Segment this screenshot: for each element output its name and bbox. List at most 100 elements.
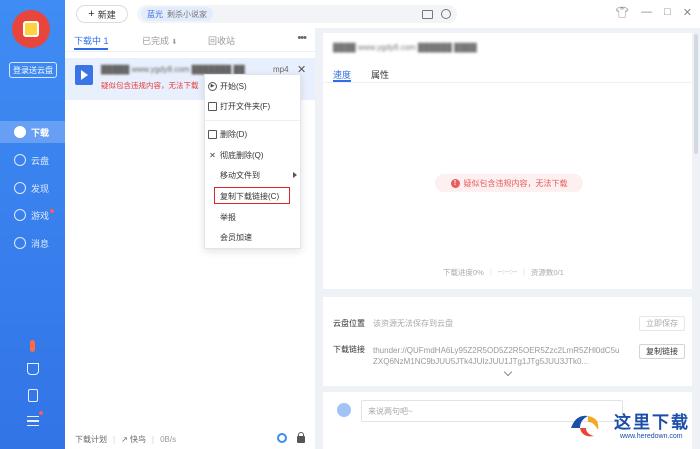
- folder-icon: [208, 101, 217, 111]
- cloud-location-value: 该资源无法保存到云盘: [373, 319, 453, 328]
- search-bar[interactable]: 蓝光 剩杀小说家: [137, 5, 457, 23]
- basket-icon[interactable]: [27, 363, 39, 375]
- maximize-icon[interactable]: □: [664, 6, 671, 19]
- speed-value: 0B/s: [160, 434, 177, 444]
- tab-downloading[interactable]: 下载中 1: [74, 34, 109, 47]
- download-link-value: thunder://QUFmdHA6Ly95Z2R5OD5Z2R5OER5Zzc…: [373, 346, 620, 366]
- watermark-logo: [571, 415, 599, 437]
- sidebar-item-label: 下载: [31, 127, 50, 138]
- sidebar: 登录送云盘 下载 云盘 发现 游戏 消息: [0, 0, 65, 449]
- download-tabs: 下载中 1 已完成 ⬇ 回收站 •••: [65, 28, 315, 52]
- skin-icon[interactable]: 👕︎: [615, 6, 629, 19]
- sidebar-item-label: 游戏: [31, 210, 50, 221]
- warning-banner: ! 疑似包含违规内容，无法下载: [435, 174, 583, 192]
- sidebar-item-download[interactable]: 下载: [0, 121, 65, 143]
- trash-icon: [208, 129, 217, 139]
- menu-item-vip-speed[interactable]: 会员加速: [205, 228, 302, 246]
- detail-title: ████ www.ygdy8.com ██████ ████: [333, 43, 477, 52]
- resource-count: 资源数0/1: [530, 268, 564, 277]
- menu-item-move-to[interactable]: 移动文件到: [205, 166, 302, 184]
- cloud-panel: 云盘位置 该资源无法保存到云盘 立即保存 下载链接 thunder://QUFm…: [323, 297, 692, 386]
- tab-completed-label: 已完成: [142, 36, 170, 46]
- tab-completed[interactable]: 已完成 ⬇: [142, 34, 177, 47]
- watermark-url: www.heredown.com: [620, 433, 683, 440]
- divider: [323, 82, 692, 83]
- bot-avatar-icon: [337, 403, 351, 417]
- browser-icon[interactable]: [277, 433, 287, 443]
- video-file-icon: [75, 65, 93, 85]
- download-link-label: 下载链接: [333, 345, 365, 354]
- warning-icon: !: [450, 178, 460, 188]
- cloud-location-label: 云盘位置: [333, 319, 365, 328]
- fast-bird-link[interactable]: ↗ 快鸟: [121, 434, 146, 445]
- copy-link-button[interactable]: 复制链接: [639, 344, 685, 359]
- menu-item-label: 删除(D): [220, 129, 248, 139]
- watermark: 这里下载 www.heredown.com: [568, 404, 700, 449]
- games-badge: [50, 209, 54, 213]
- context-menu: ▶ 开始(S) 打开文件夹(F) 删除(D) ✕ 彻底删除(Q) 移动文件到 复…: [204, 74, 302, 249]
- phone-icon[interactable]: [28, 389, 38, 402]
- search-icon[interactable]: [441, 9, 451, 19]
- menu-icon[interactable]: [27, 416, 39, 426]
- tab-recycle[interactable]: 回收站: [208, 34, 235, 47]
- cloud-icon: [14, 154, 26, 166]
- discover-icon: [14, 182, 26, 194]
- progress-text: 下载进度0%: [443, 268, 484, 277]
- bird-icon: ↗: [121, 434, 128, 444]
- menu-item-delete[interactable]: 删除(D): [205, 125, 302, 143]
- avatar[interactable]: [12, 10, 50, 48]
- close-icon[interactable]: ✕: [683, 6, 692, 19]
- sidebar-item-messages[interactable]: 消息: [0, 232, 65, 254]
- minimize-icon[interactable]: —: [641, 6, 652, 19]
- download-icon: [14, 126, 26, 138]
- avatar-icon: [23, 21, 39, 37]
- plus-icon: +: [88, 7, 95, 20]
- sidebar-item-discover[interactable]: 发现: [0, 177, 65, 199]
- scrollbar[interactable]: [694, 34, 698, 154]
- download-icon: ⬇: [171, 39, 178, 46]
- file-name: █████ www.ygdy8.com ███████ ██: [101, 65, 245, 74]
- separator: |: [113, 434, 116, 444]
- topbar: + 新建 蓝光 剩杀小说家 👕︎ — □ ✕: [65, 0, 700, 28]
- menu-item-label: 彻底删除(Q): [220, 150, 264, 160]
- close-icon: ✕: [209, 150, 216, 160]
- separator: |: [522, 267, 525, 276]
- sidebar-item-cloud[interactable]: 云盘: [0, 149, 65, 171]
- menu-divider: [205, 120, 302, 121]
- chevron-right-icon: [293, 172, 297, 178]
- watermark-text: 这里下载: [614, 413, 690, 433]
- search-chip[interactable]: 蓝光 剩杀小说家: [141, 7, 213, 21]
- remaining-time: --:--:--: [497, 267, 517, 276]
- play-icon: ▶: [208, 81, 217, 91]
- more-icon[interactable]: •••: [297, 32, 307, 44]
- menu-item-start[interactable]: ▶ 开始(S): [205, 77, 302, 95]
- search-chip-query: 剩杀小说家: [167, 9, 207, 19]
- login-button[interactable]: 登录送云盘: [9, 62, 57, 78]
- download-plan-link[interactable]: 下载计划: [75, 434, 107, 445]
- statusbar: 下载计划 | ↗ 快鸟 | 0B/s: [65, 429, 315, 449]
- sidebar-item-games[interactable]: 游戏: [0, 204, 65, 226]
- sidebar-item-label: 发现: [31, 183, 50, 194]
- message-icon: [14, 237, 26, 249]
- tab-underline: [74, 48, 108, 50]
- detail-panel: ████ www.ygdy8.com ██████ ████ 速度 属性 ! 疑…: [323, 33, 692, 289]
- file-ext: mp4: [273, 65, 289, 74]
- search-chip-app: 蓝光: [147, 9, 163, 19]
- file-warning: 疑似包含违规内容，无法下载: [101, 81, 199, 90]
- menu-item-report[interactable]: 举报: [205, 208, 302, 226]
- menu-item-label: 开始(S): [220, 81, 247, 91]
- sidebar-item-label: 消息: [31, 238, 50, 249]
- sidebar-item-label: 云盘: [31, 155, 50, 166]
- warning-text: 疑似包含违规内容，无法下载: [463, 178, 568, 188]
- chevron-down-icon[interactable]: [503, 367, 513, 377]
- menu-item-open-folder[interactable]: 打开文件夹(F): [205, 97, 302, 115]
- save-now-button[interactable]: 立即保存: [639, 316, 685, 331]
- folder-icon[interactable]: [422, 10, 433, 19]
- fast-bird-label: 快鸟: [130, 434, 147, 444]
- new-task-button[interactable]: + 新建: [76, 5, 128, 23]
- tab-properties[interactable]: 属性: [371, 68, 389, 81]
- flame-icon[interactable]: [30, 340, 35, 352]
- menu-item-delete-all[interactable]: ✕ 彻底删除(Q): [205, 146, 302, 164]
- progress-row: 下载进度0% | --:--:-- | 资源数0/1: [443, 267, 564, 278]
- lock-icon[interactable]: [297, 432, 305, 443]
